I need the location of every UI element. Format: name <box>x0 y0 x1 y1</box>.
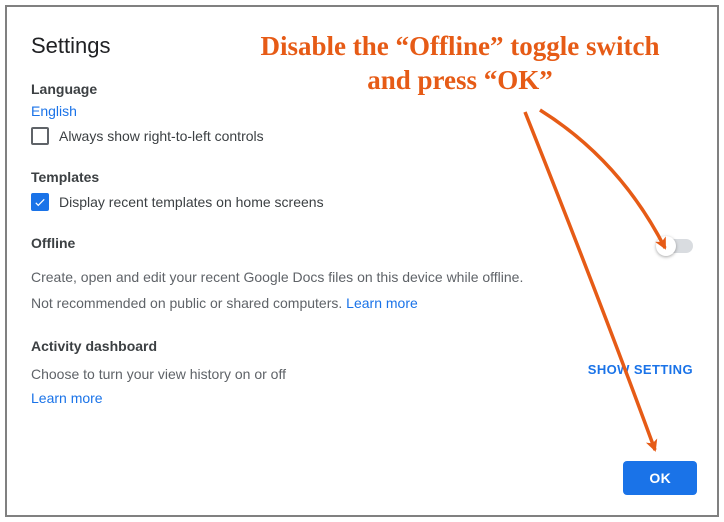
offline-heading: Offline <box>31 235 75 251</box>
offline-toggle[interactable] <box>659 239 693 253</box>
language-value-link[interactable]: English <box>31 103 693 119</box>
activity-section: Activity dashboard Choose to turn your v… <box>31 338 693 406</box>
offline-section: Offline Create, open and edit your recen… <box>31 235 693 314</box>
rtl-checkbox-label: Always show right-to-left controls <box>59 128 264 144</box>
templates-section: Templates Display recent templates on ho… <box>31 169 693 211</box>
toggle-knob <box>656 236 676 256</box>
offline-warning: Not recommended on public or shared comp… <box>31 295 346 311</box>
templates-checkbox[interactable] <box>31 193 49 211</box>
templates-checkbox-label: Display recent templates on home screens <box>59 194 324 210</box>
activity-description: Choose to turn your view history on or o… <box>31 364 286 384</box>
activity-learn-more-link[interactable]: Learn more <box>31 390 286 406</box>
rtl-checkbox[interactable] <box>31 127 49 145</box>
activity-heading: Activity dashboard <box>31 338 693 354</box>
language-section: Language English Always show right-to-le… <box>31 81 693 145</box>
offline-warning-line: Not recommended on public or shared comp… <box>31 293 693 313</box>
check-icon <box>33 195 47 209</box>
ok-button[interactable]: OK <box>623 461 697 495</box>
offline-description: Create, open and edit your recent Google… <box>31 267 693 287</box>
templates-heading: Templates <box>31 169 693 185</box>
settings-dialog: Settings Language English Always show ri… <box>5 5 719 517</box>
language-heading: Language <box>31 81 693 97</box>
offline-learn-more-link[interactable]: Learn more <box>346 295 418 311</box>
show-setting-button[interactable]: SHOW SETTING <box>588 360 693 377</box>
dialog-title: Settings <box>31 33 693 59</box>
